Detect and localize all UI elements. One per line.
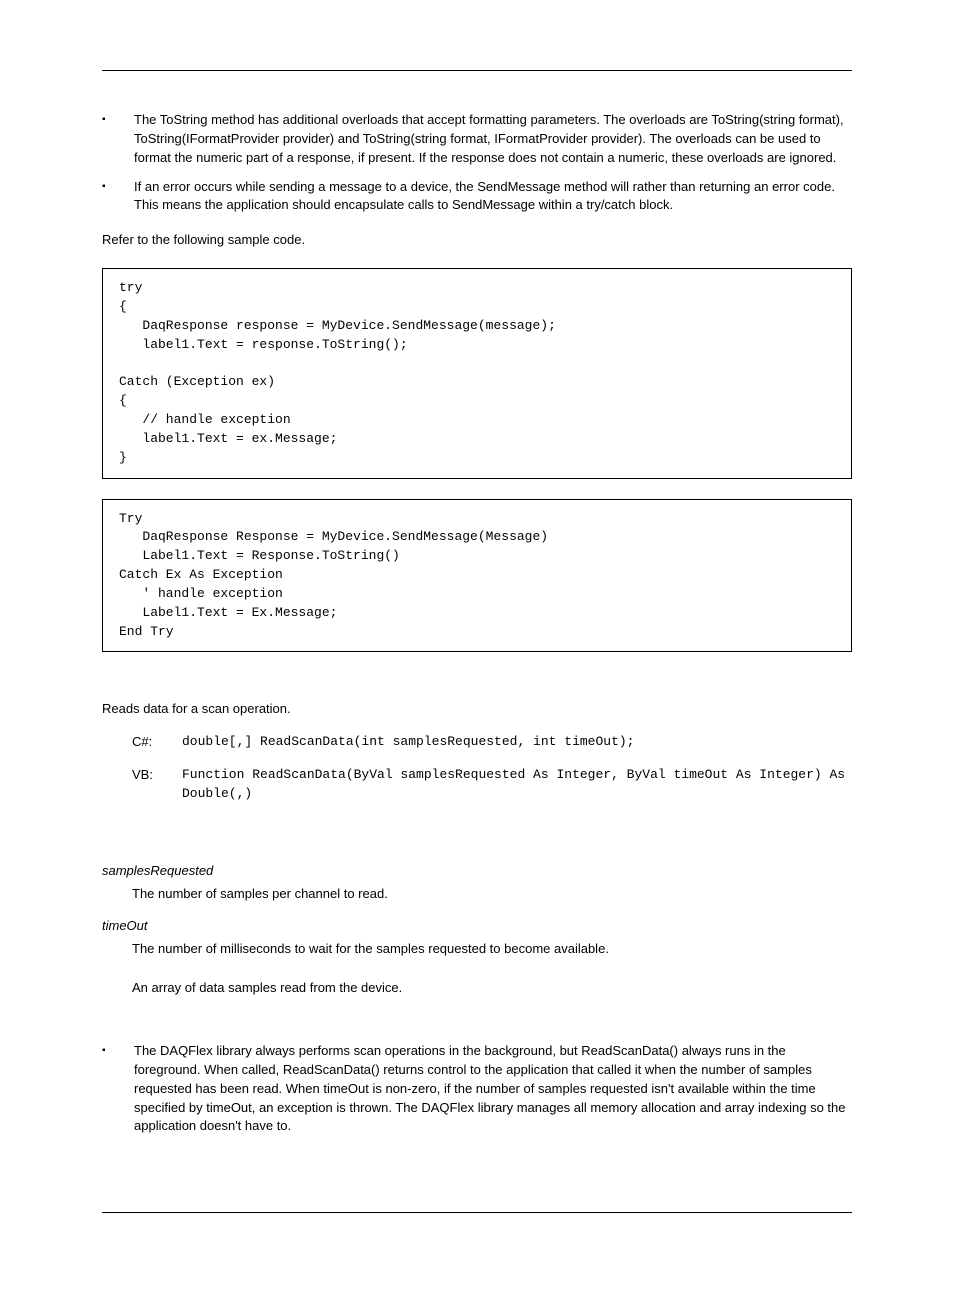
return-value: An array of data samples read from the d… [132,979,852,998]
param-name-timeout: timeOut [102,917,852,936]
signature-vb: VB: Function ReadScanData(ByVal samplesR… [132,766,852,804]
param-desc-samplesrequested: The number of samples per channel to rea… [132,885,852,904]
param-name-samplesrequested: samplesRequested [102,862,852,881]
readscan-description: Reads data for a scan operation. [102,700,852,719]
signature-label-csharp: C#: [132,733,182,752]
bottom-rule [102,1212,852,1213]
signature-label-vb: VB: [132,766,182,785]
param-desc-timeout: The number of milliseconds to wait for t… [132,940,852,959]
code-sample-vb: Try DaqResponse Response = MyDevice.Send… [102,499,852,653]
list-item: If an error occurs while sending a messa… [102,178,852,216]
code-sample-csharp: try { DaqResponse response = MyDevice.Se… [102,268,852,478]
signature-code-csharp: double[,] ReadScanData(int samplesReques… [182,733,852,752]
page: The ToString method has additional overl… [0,70,954,1305]
bottom-bullet-list: The DAQFlex library always performs scan… [102,1042,852,1136]
signature-code-vb: Function ReadScanData(ByVal samplesReque… [182,766,852,804]
top-bullet-list: The ToString method has additional overl… [102,111,852,215]
list-item: The DAQFlex library always performs scan… [102,1042,852,1136]
content: The ToString method has additional overl… [0,71,954,1212]
signature-csharp: C#: double[,] ReadScanData(int samplesRe… [132,733,852,752]
refer-text: Refer to the following sample code. [102,231,852,250]
list-item: The ToString method has additional overl… [102,111,852,168]
